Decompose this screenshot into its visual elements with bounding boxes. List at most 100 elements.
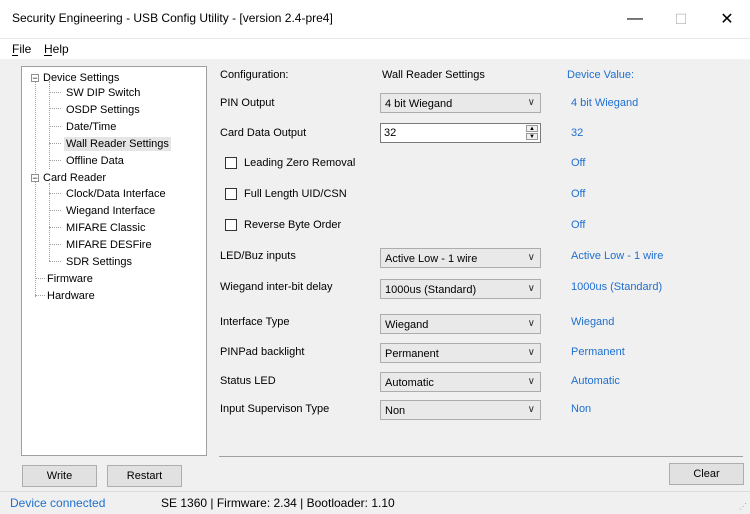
clear-button[interactable]: Clear [669, 463, 744, 485]
tree-item-hardware[interactable]: Hardware [47, 289, 95, 303]
menu-help[interactable]: Help [44, 42, 69, 56]
wiegand-delay-label: Wiegand inter-bit delay [220, 281, 333, 293]
leading-zero-label[interactable]: Leading Zero Removal [244, 157, 355, 169]
tree-connector [49, 126, 61, 127]
stepper-up-icon[interactable]: ▲ [526, 125, 538, 132]
menu-file[interactable]: File [12, 42, 31, 56]
full-length-checkbox[interactable] [225, 188, 237, 200]
led-buz-select[interactable]: Active Low - 1 wire ∨ [380, 248, 541, 268]
pin-output-device-value: 4 bit Wiegand [571, 97, 639, 109]
tree-item-wiegand-interface[interactable]: Wiegand Interface [66, 204, 155, 218]
window-title: Security Engineering - USB Config Utilit… [12, 11, 333, 25]
tree-item-wall-reader-settings[interactable]: Wall Reader Settings [64, 137, 171, 151]
tree-item-clock-data-interface[interactable]: Clock/Data Interface [66, 187, 166, 201]
interface-type-select[interactable]: Wiegand ∨ [380, 314, 541, 334]
tree-line-card [49, 183, 50, 261]
wiegand-delay-select[interactable]: 1000us (Standard) ∨ [380, 279, 541, 299]
leading-zero-device-value: Off [571, 157, 586, 169]
status-connection: Device connected [10, 496, 106, 510]
led-buz-value: Active Low - 1 wire [385, 253, 478, 265]
tree-item-sdr-settings[interactable]: SDR Settings [66, 255, 132, 269]
tree-connector [49, 261, 61, 262]
pin-output-label: PIN Output [220, 97, 275, 109]
reverse-byte-label[interactable]: Reverse Byte Order [244, 219, 341, 231]
tree-connector [49, 143, 61, 144]
close-icon: ✕ [720, 11, 734, 28]
config-header-value: Wall Reader Settings [382, 69, 485, 81]
tree-line-root [35, 79, 36, 297]
interface-type-device-value: Wiegand [571, 316, 615, 328]
collapse-icon[interactable]: − [31, 174, 39, 183]
full-length-label[interactable]: Full Length UID/CSN [244, 188, 347, 200]
input-supervision-select[interactable]: Non ∨ [380, 400, 541, 420]
pinpad-backlight-value: Permanent [385, 348, 439, 360]
tree-connector [49, 227, 61, 228]
title-bar: Security Engineering - USB Config Utilit… [0, 0, 750, 39]
interface-type-label: Interface Type [220, 316, 290, 328]
card-data-output-stepper[interactable]: 32 ▲ ▼ [380, 123, 541, 143]
input-supervision-value: Non [385, 405, 406, 417]
maximize-icon: ☐ [674, 10, 688, 27]
tree-item-osdp-settings[interactable]: OSDP Settings [66, 103, 140, 117]
reverse-byte-checkbox[interactable] [225, 219, 237, 231]
reverse-byte-device-value: Off [571, 219, 586, 231]
tree-connector [49, 193, 61, 194]
restart-button[interactable]: Restart [107, 465, 182, 487]
status-bar: Device connected SE 1360 | Firmware: 2.3… [0, 491, 750, 514]
tree-connector [49, 244, 61, 245]
tree-item-offline-data[interactable]: Offline Data [66, 154, 124, 168]
tree-line-device [49, 81, 50, 169]
tree-item-firmware[interactable]: Firmware [47, 272, 93, 286]
chevron-down-icon: ∨ [527, 318, 535, 329]
tree-item-mifare-desfire[interactable]: MIFARE DESFire [66, 238, 152, 252]
status-led-value: Automatic [385, 377, 434, 389]
tree-connector [49, 108, 61, 109]
tree-item-mifare-classic[interactable]: MIFARE Classic [66, 221, 145, 235]
tree-item-sw-dip-switch[interactable]: SW DIP Switch [66, 86, 140, 100]
tree-connector [49, 92, 61, 93]
interface-type-value: Wiegand [385, 319, 429, 331]
pin-output-select[interactable]: 4 bit Wiegand ∨ [380, 93, 541, 113]
status-led-label: Status LED [220, 375, 276, 387]
pinpad-backlight-select[interactable]: Permanent ∨ [380, 343, 541, 363]
resize-grip-icon[interactable]: ⋰ [739, 502, 747, 511]
wiegand-delay-device-value: 1000us (Standard) [571, 281, 663, 293]
chevron-down-icon: ∨ [527, 376, 535, 387]
leading-zero-checkbox[interactable] [225, 157, 237, 169]
pinpad-backlight-device-value: Permanent [571, 346, 625, 358]
menu-bar: File Help [0, 39, 750, 59]
tree-item-device-settings[interactable]: Device Settings [43, 71, 119, 85]
wiegand-delay-value: 1000us (Standard) [385, 284, 477, 296]
tree-connector [49, 210, 61, 211]
close-button[interactable]: ✕ [704, 0, 750, 38]
tree-connector [35, 278, 45, 279]
maximize-button[interactable]: ☐ [658, 0, 704, 38]
minimize-icon: — [627, 10, 643, 27]
minimize-button[interactable]: — [612, 0, 658, 38]
tree-connector [35, 295, 45, 296]
input-supervision-label: Input Supervison Type [220, 403, 330, 415]
chevron-down-icon: ∨ [527, 252, 535, 263]
status-led-device-value: Automatic [571, 375, 620, 387]
collapse-icon[interactable]: − [31, 74, 39, 83]
device-value-header: Device Value: [567, 69, 635, 81]
pin-output-value: 4 bit Wiegand [385, 98, 453, 110]
chevron-down-icon: ∨ [527, 404, 535, 415]
chevron-down-icon: ∨ [527, 97, 535, 108]
stepper-down-icon[interactable]: ▼ [526, 133, 538, 140]
chevron-down-icon: ∨ [527, 283, 535, 294]
input-supervision-device-value: Non [571, 403, 592, 415]
status-device-info: SE 1360 | Firmware: 2.34 | Bootloader: 1… [161, 496, 395, 510]
chevron-down-icon: ∨ [527, 347, 535, 358]
settings-tree[interactable]: − Device Settings SW DIP Switch OSDP Set… [21, 66, 207, 456]
write-button[interactable]: Write [22, 465, 97, 487]
led-buz-label: LED/Buz inputs [220, 250, 296, 262]
pinpad-backlight-label: PINPad backlight [220, 346, 305, 358]
status-led-select[interactable]: Automatic ∨ [380, 372, 541, 392]
divider [219, 456, 743, 457]
tree-connector [49, 160, 61, 161]
menu-help-mnemonic [44, 55, 52, 56]
tree-item-card-reader[interactable]: Card Reader [43, 171, 106, 185]
tree-item-date-time[interactable]: Date/Time [66, 120, 116, 134]
full-length-device-value: Off [571, 188, 586, 200]
